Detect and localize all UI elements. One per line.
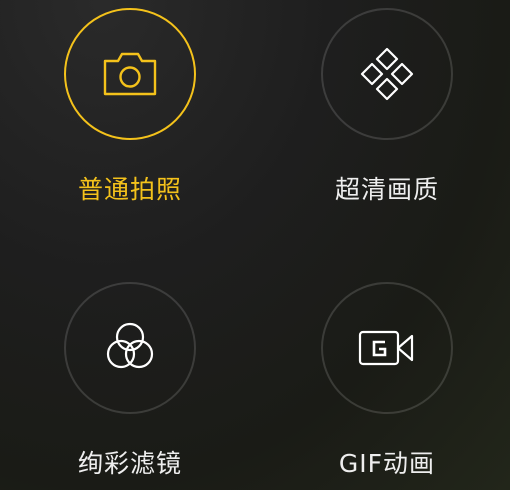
mode-label: 超清画质 (334, 175, 439, 204)
mode-label: 普通拍照 (77, 175, 182, 204)
camera-icon (103, 52, 157, 96)
color-circles-icon (106, 322, 154, 369)
diamond-grid-icon (360, 47, 414, 101)
mode-label: 绚彩滤镜 (77, 449, 182, 478)
mode-gif-animation[interactable]: GIF动画 (287, 282, 487, 482)
gif-video-icon (358, 330, 414, 366)
mode-circle (64, 8, 196, 140)
mode-hd-quality[interactable]: 超清画质 (287, 8, 487, 208)
mode-circle (321, 282, 453, 414)
mode-normal-photo[interactable]: 普通拍照 (30, 8, 230, 208)
mode-label: GIF动画 (338, 449, 436, 478)
mode-circle (64, 282, 196, 414)
mode-circle (321, 8, 453, 140)
camera-mode-grid: 普通拍照 超清画质 绚彩滤镜 GIF动画 (0, 0, 510, 490)
mode-color-filter[interactable]: 绚彩滤镜 (30, 282, 230, 482)
